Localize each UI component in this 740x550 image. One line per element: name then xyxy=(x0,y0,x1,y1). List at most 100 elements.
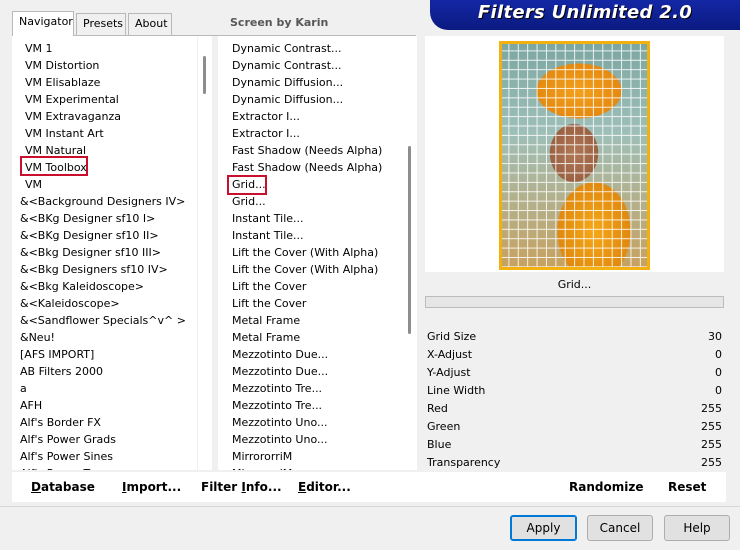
filter-item[interactable]: Mezzotinto Tre... xyxy=(218,397,403,414)
category-item[interactable]: VM Experimental xyxy=(12,91,197,108)
category-item[interactable]: &<Sandflower Specials^v^ > xyxy=(12,312,197,329)
randomize-button[interactable]: Randomize xyxy=(569,480,643,494)
param-name: Line Width xyxy=(427,384,486,397)
tab-presets[interactable]: Presets xyxy=(76,13,126,35)
filter-item[interactable]: Dynamic Diffusion... xyxy=(218,74,403,91)
param-value[interactable]: 0 xyxy=(715,346,722,364)
category-item[interactable]: Alf's Power Sines xyxy=(12,448,197,465)
category-item[interactable]: VM Elisablaze xyxy=(12,74,197,91)
filter-item[interactable]: Mezzotinto Uno... xyxy=(218,431,403,448)
category-item[interactable]: [AFS IMPORT] xyxy=(12,346,197,363)
filter-item[interactable]: Extractor I... xyxy=(218,125,403,142)
params-panel: Grid Size 30 X-Adjust 0 Y-Adjust 0 Line Width 0… xyxy=(425,325,724,471)
category-item[interactable]: &<Bkg Designers sf10 IV> xyxy=(12,261,197,278)
filter-item[interactable]: Mezzotinto Due... xyxy=(218,363,403,380)
param-value[interactable]: 255 xyxy=(701,400,722,418)
cancel-button[interactable]: Cancel xyxy=(587,515,653,541)
category-item[interactable]: Alf's Power Toys xyxy=(12,465,197,470)
filter-list-panel: Dynamic Contrast... Dynamic Contrast... Dy… xyxy=(218,36,403,470)
filter-item[interactable]: Lift the Cover xyxy=(218,278,403,295)
tab-about[interactable]: About xyxy=(128,13,172,35)
filter-item[interactable]: Metal Frame xyxy=(218,312,403,329)
dialog-divider xyxy=(0,506,740,507)
category-item[interactable]: AFH xyxy=(12,397,197,414)
tab-presets-label: Presets xyxy=(83,17,124,30)
filter-scroll-thumb[interactable] xyxy=(408,146,411,334)
import-button[interactable]: Import... xyxy=(122,480,181,494)
filter-list: Dynamic Contrast... Dynamic Contrast... Dy… xyxy=(218,40,403,470)
category-item[interactable]: AB Filters 2000 xyxy=(12,363,197,380)
filter-item[interactable]: Fast Shadow (Needs Alpha) xyxy=(218,142,403,159)
filter-item[interactable]: Lift the Cover (With Alpha) xyxy=(218,244,403,261)
param-row[interactable]: Y-Adjust 0 xyxy=(425,364,724,382)
help-button[interactable]: Help xyxy=(664,515,730,541)
param-row[interactable]: Transparency 255 xyxy=(425,454,724,472)
filter-item[interactable]: Lift the Cover (With Alpha) xyxy=(218,261,403,278)
param-value[interactable]: 30 xyxy=(708,328,722,346)
filter-item[interactable]: Dynamic Contrast... xyxy=(218,57,403,74)
filter-item[interactable]: Dynamic Diffusion... xyxy=(218,91,403,108)
filter-item[interactable]: Dynamic Contrast... xyxy=(218,40,403,57)
param-name: Transparency xyxy=(427,456,501,469)
category-scrollbar[interactable] xyxy=(198,36,212,470)
filter-item[interactable]: Lift the Cover xyxy=(218,295,403,312)
category-item[interactable]: VM Distortion xyxy=(12,57,197,74)
filter-scrollbar[interactable] xyxy=(403,36,417,470)
param-row[interactable]: Red 255 xyxy=(425,400,724,418)
filter-item[interactable]: Fast Shadow (Needs Alpha) xyxy=(218,159,403,176)
filter-item[interactable]: Instant Tile... xyxy=(218,227,403,244)
filter-item[interactable]: Extractor I... xyxy=(218,108,403,125)
filter-item[interactable]: Mezzotinto Tre... xyxy=(218,380,403,397)
param-value[interactable]: 0 xyxy=(715,364,722,382)
category-item[interactable]: VM xyxy=(12,176,197,193)
param-name: Blue xyxy=(427,438,452,451)
database-accelerator: D xyxy=(31,480,41,494)
param-row[interactable]: Green 255 xyxy=(425,418,724,436)
filter-info-label: nfo... xyxy=(245,480,282,494)
param-row[interactable]: Line Width 0 xyxy=(425,382,724,400)
filter-item[interactable]: MirrororriM xyxy=(218,448,403,465)
param-row[interactable]: Blue 255 xyxy=(425,436,724,454)
filter-info-button[interactable]: Filter Info... xyxy=(201,480,282,494)
param-value[interactable]: 255 xyxy=(701,454,722,472)
screen-credit: Screen by Karin xyxy=(230,16,329,29)
filter-info-prefix: Filter xyxy=(201,480,242,494)
filter-item[interactable]: Metal Frame xyxy=(218,329,403,346)
category-item[interactable]: Alf's Border FX xyxy=(12,414,197,431)
apply-button[interactable]: Apply xyxy=(510,515,577,541)
editor-button[interactable]: Editor... xyxy=(298,480,351,494)
category-item[interactable]: &<BKg Designer sf10 II> xyxy=(12,227,197,244)
filter-item[interactable]: Grid... xyxy=(218,193,403,210)
editor-label: ditor... xyxy=(306,480,351,494)
category-scroll-thumb[interactable] xyxy=(203,56,206,94)
progress-bar xyxy=(425,296,724,308)
param-name: X-Adjust xyxy=(427,348,473,361)
editor-accelerator: E xyxy=(298,480,307,494)
app-title: Filters Unlimited 2.0 xyxy=(477,2,693,23)
category-item[interactable]: &<Bkg Designer sf10 III> xyxy=(12,244,197,261)
filter-item[interactable]: Instant Tile... xyxy=(218,210,403,227)
database-button[interactable]: Database xyxy=(31,480,95,494)
filter-item[interactable]: MirrororriM xyxy=(218,465,403,470)
param-row[interactable]: X-Adjust 0 xyxy=(425,346,724,364)
category-item[interactable]: a xyxy=(12,380,197,397)
param-value[interactable]: 0 xyxy=(715,382,722,400)
category-item[interactable]: &<Kaleidoscope> xyxy=(12,295,197,312)
param-name: Grid Size xyxy=(427,330,477,343)
param-value[interactable]: 255 xyxy=(701,418,722,436)
category-item[interactable]: &<Bkg Kaleidoscope> xyxy=(12,278,197,295)
reset-button[interactable]: Reset xyxy=(668,480,706,494)
category-item[interactable]: VM Instant Art xyxy=(12,125,197,142)
category-item[interactable]: &<Background Designers IV> xyxy=(12,193,197,210)
category-item[interactable]: &<BKg Designer sf10 I> xyxy=(12,210,197,227)
category-item[interactable]: VM Extravaganza xyxy=(12,108,197,125)
param-name: Red xyxy=(427,402,448,415)
category-item[interactable]: VM 1 xyxy=(12,40,197,57)
param-row[interactable]: Grid Size 30 xyxy=(425,328,724,346)
filter-item[interactable]: Mezzotinto Uno... xyxy=(218,414,403,431)
filter-item[interactable]: Mezzotinto Due... xyxy=(218,346,403,363)
category-item[interactable]: &Neu! xyxy=(12,329,197,346)
param-value[interactable]: 255 xyxy=(701,436,722,454)
tab-navigator[interactable]: Navigator xyxy=(12,11,74,36)
category-item[interactable]: Alf's Power Grads xyxy=(12,431,197,448)
